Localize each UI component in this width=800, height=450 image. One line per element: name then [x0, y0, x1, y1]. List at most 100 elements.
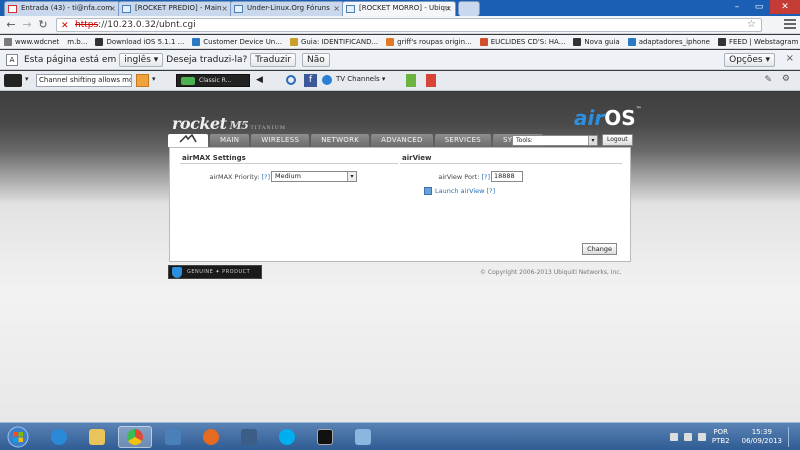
rocket-logo: rocket M5 TITANIUM	[172, 114, 287, 133]
target-icon[interactable]	[286, 75, 296, 85]
help-link[interactable]: [?]	[261, 173, 270, 181]
maximize-icon[interactable]: ▭	[748, 0, 770, 14]
wrench-icon[interactable]: ✎	[764, 75, 772, 85]
page-icon	[386, 37, 395, 46]
tab-ubnt-logo[interactable]	[168, 133, 208, 147]
tab-main[interactable]: MAIN	[210, 134, 250, 147]
flag-icon[interactable]	[669, 433, 678, 441]
bookmark-star-icon[interactable]: ☆	[747, 19, 756, 31]
shield-icon	[172, 267, 182, 278]
tab-label: Under-Linux.Org Fóruns	[247, 4, 330, 12]
logout-button[interactable]: Logout	[602, 134, 633, 146]
toolbar-logo-icon[interactable]	[4, 74, 22, 87]
volume-tray-icon[interactable]	[697, 433, 706, 441]
taskbar-network[interactable]	[156, 426, 190, 448]
address-bar[interactable]: ✕ https://10.23.0.32/ubnt.cgi ☆	[56, 18, 762, 32]
play-icon[interactable]	[181, 77, 195, 85]
bookmark-item[interactable]: Guia: IDENTIFICAND...	[289, 37, 378, 46]
taskbar-explorer[interactable]	[80, 426, 114, 448]
close-icon[interactable]: ×	[786, 53, 794, 64]
new-tab-button[interactable]	[458, 1, 480, 16]
tab-under-linux[interactable]: Under-Linux.Org Fóruns ×	[230, 1, 344, 16]
tab-advanced[interactable]: ADVANCED	[371, 134, 433, 147]
airos-page: rocket M5 TITANIUM airOS™ MAIN WIRELESS NE…	[0, 92, 800, 422]
language-select[interactable]: inglês ▾	[119, 52, 164, 67]
clock[interactable]: 15:39 06/09/2013	[742, 428, 782, 446]
taskbar-skype[interactable]	[270, 426, 304, 448]
start-button[interactable]	[6, 426, 30, 448]
bookmark-item[interactable]: Nova guia	[573, 37, 620, 46]
airview-port-label: airView Port: [?]	[438, 173, 490, 181]
tab-rocket-predio[interactable]: [ROCKET PREDIO] - Main ×	[118, 1, 232, 16]
tab-gmail[interactable]: Entrada (43) - ti@nfa.com ×	[4, 1, 120, 16]
show-desktop-button[interactable]	[788, 427, 796, 447]
ubnt-icon	[234, 5, 243, 13]
airmax-section-title: airMAX Settings	[182, 154, 246, 162]
tv-icon[interactable]	[322, 75, 332, 85]
tab-network[interactable]: NETWORK	[311, 134, 370, 147]
minimize-icon[interactable]: –	[726, 0, 748, 14]
taskbar-cmd[interactable]	[308, 426, 342, 448]
chrome-menu-icon[interactable]	[784, 19, 796, 30]
tab-label: Entrada (43) - ti@nfa.com	[21, 4, 113, 12]
windows-taskbar: POR PTB2 15:39 06/09/2013	[0, 422, 800, 450]
input-language[interactable]: POR PTB2	[712, 428, 730, 446]
taskbar-chrome[interactable]	[118, 426, 152, 448]
evernote-icon[interactable]	[406, 74, 416, 87]
airos-nav: MAIN WIRELESS NETWORK ADVANCED SERVICES …	[168, 133, 545, 147]
genuine-product-badge: GENUINE ✦ PRODUCT	[168, 265, 262, 279]
bookmark-item[interactable]: Download iOS 5.1.1 ...	[95, 37, 184, 46]
close-icon[interactable]: ×	[221, 4, 228, 13]
tools-select[interactable]: Tools: ▾	[512, 135, 598, 146]
tab-rocket-morro[interactable]: [ROCKET MORRO] - Ubiqu ×	[342, 1, 456, 16]
airview-section-title: airView	[402, 154, 432, 162]
windows-logo-icon	[7, 426, 29, 448]
ubnt-logo-icon	[179, 133, 197, 143]
trash-icon[interactable]	[426, 74, 436, 87]
bookmark-item[interactable]: griff's roupas origin...	[386, 37, 472, 46]
taskbar-app[interactable]	[346, 426, 380, 448]
tab-wireless[interactable]: WIRELESS	[251, 134, 310, 147]
bookmark-item[interactable]: Customer Device Un...	[192, 37, 282, 46]
chevron-down-icon[interactable]: ▾	[152, 75, 156, 83]
chevron-down-icon: ▾	[588, 136, 597, 145]
page-icon	[627, 37, 636, 46]
tv-channels-menu[interactable]: TV Channels ▾	[336, 75, 385, 83]
options-button[interactable]: Opções ▾	[724, 53, 775, 67]
close-icon[interactable]: ×	[109, 4, 116, 13]
change-button[interactable]: Change	[582, 243, 617, 255]
help-link[interactable]: [?]	[481, 173, 490, 181]
ie-icon	[51, 429, 67, 445]
radio-player[interactable]: Classic R...	[176, 74, 250, 87]
toolbar-search-input[interactable]: Channel shifting allows mo	[36, 74, 132, 87]
translate-question: Deseja traduzi-la?	[166, 54, 248, 65]
bookmark-item[interactable]: FEED | Webstagram ...	[717, 37, 800, 46]
tab-services[interactable]: SERVICES	[434, 134, 492, 147]
taskbar-ie[interactable]	[42, 426, 76, 448]
insecure-lock-icon: ✕	[61, 21, 69, 31]
close-icon[interactable]: ×	[333, 4, 340, 13]
taskbar-window[interactable]	[232, 426, 266, 448]
translate-prefix: Esta página está em	[24, 54, 117, 65]
bookmark-item[interactable]: www.wdcnet	[4, 37, 59, 46]
bookmark-item[interactable]: m.b...	[67, 38, 87, 46]
bookmark-item[interactable]: adaptadores_iphone	[627, 37, 710, 46]
airmax-priority-select[interactable]: Medium ▾	[271, 171, 357, 182]
launch-airview-link[interactable]: Launch airView [?]	[424, 187, 495, 195]
facebook-icon[interactable]: f	[304, 74, 317, 87]
back-icon[interactable]: ←	[4, 18, 18, 32]
window-close-icon[interactable]: ✕	[770, 0, 800, 14]
search-icon[interactable]	[136, 74, 149, 87]
translate-button[interactable]: Traduzir	[250, 52, 297, 67]
airview-port-input[interactable]: 18888	[491, 171, 523, 182]
close-icon[interactable]: ×	[445, 4, 452, 13]
bookmark-item[interactable]: EUCLIDES CD'S: HA...	[479, 37, 565, 46]
no-button[interactable]: Não	[302, 52, 330, 67]
taskbar-firefox[interactable]	[194, 426, 228, 448]
network-tray-icon[interactable]	[683, 433, 692, 441]
reload-icon[interactable]: ↻	[36, 18, 50, 32]
gear-icon[interactable]: ⚙	[782, 74, 790, 84]
forward-icon[interactable]: →	[20, 18, 34, 32]
volume-icon[interactable]: ◀	[256, 75, 263, 85]
chevron-down-icon[interactable]: ▾	[25, 75, 29, 83]
